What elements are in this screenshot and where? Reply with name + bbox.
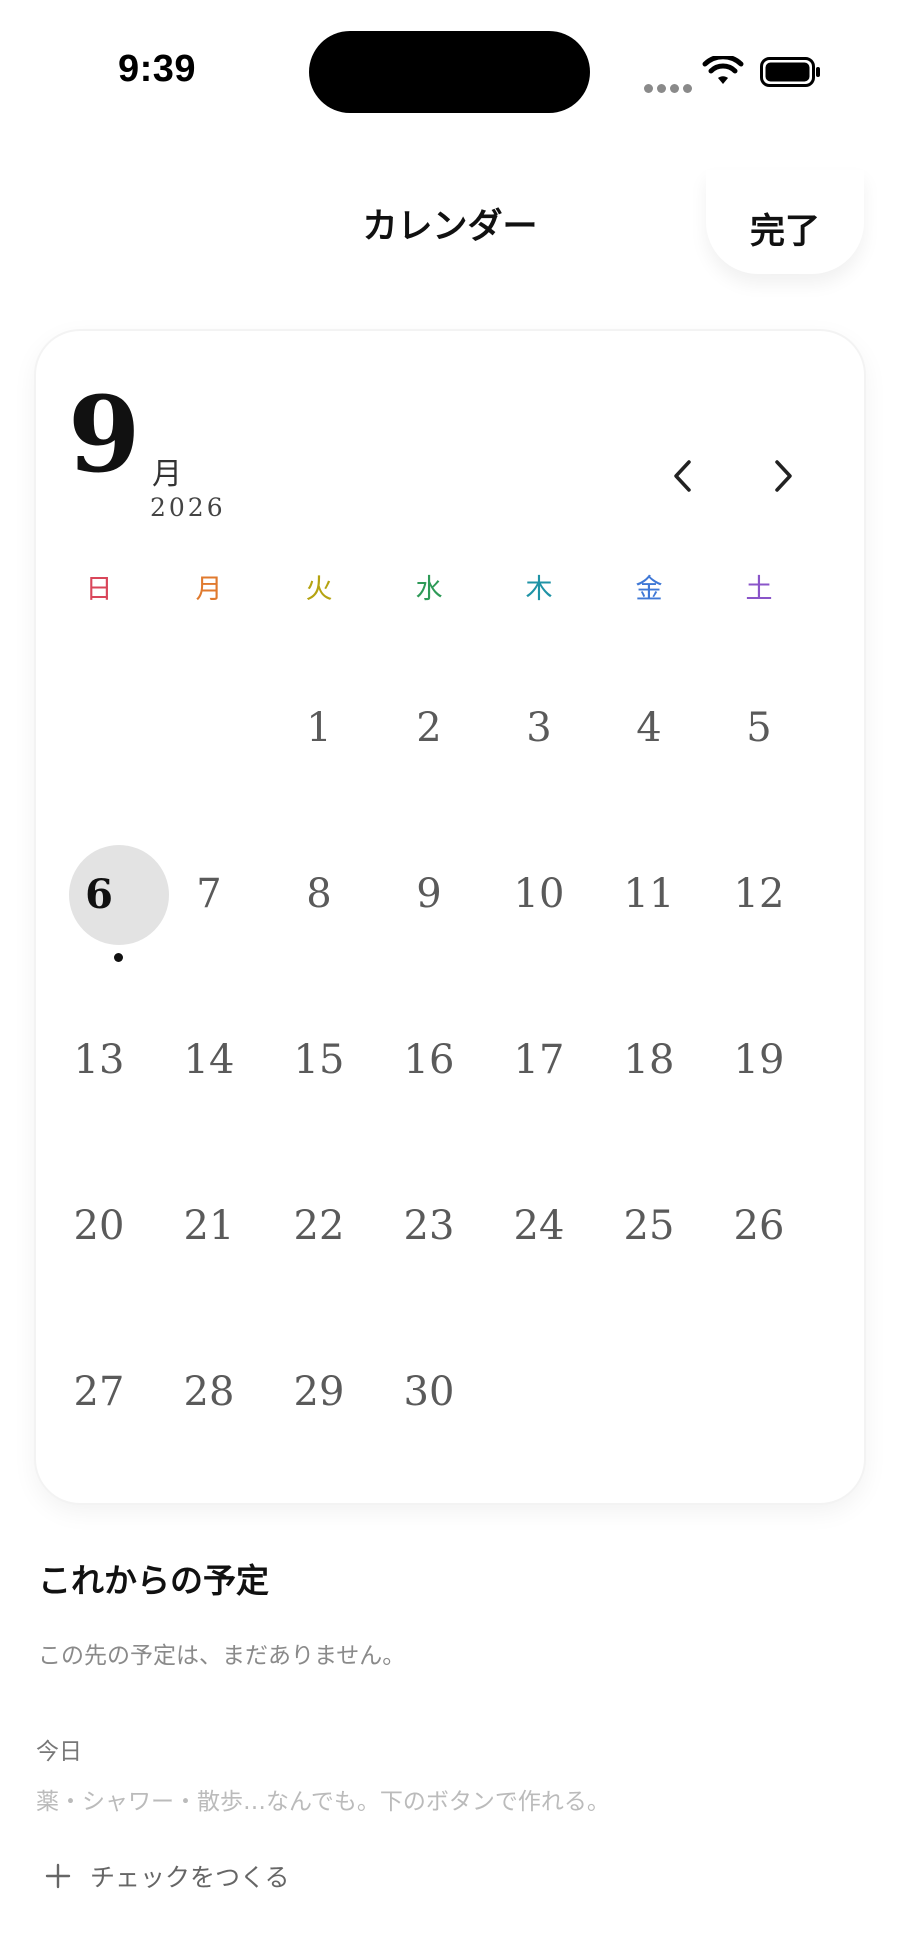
month-number: 9 <box>68 373 141 496</box>
weekday-label: 土 <box>745 574 773 605</box>
upcoming-title: これからの予定 <box>38 1561 269 1600</box>
day-cell[interactable]: 21 <box>154 1176 264 1276</box>
cellular-dots-icon <box>644 78 696 97</box>
day-cell[interactable]: 10 <box>484 844 594 944</box>
weekday-header: 日月火水木金土 <box>44 567 814 607</box>
day-cell[interactable]: 5 <box>704 678 814 778</box>
empty-message: この先の予定は、まだありません。 <box>38 1643 406 1669</box>
day-cell[interactable]: 4 <box>594 678 704 778</box>
day-cell-today[interactable]: 6 <box>44 844 154 944</box>
day-cell[interactable]: 11 <box>594 844 704 944</box>
day-cell[interactable]: 18 <box>594 1010 704 1110</box>
day-cell[interactable]: 30 <box>374 1342 484 1442</box>
day-cell[interactable]: 19 <box>704 1010 814 1110</box>
day-cell[interactable]: 29 <box>264 1342 374 1442</box>
day-cell[interactable]: 17 <box>484 1010 594 1110</box>
day-cell[interactable]: 16 <box>374 1010 484 1110</box>
day-cell[interactable]: 2 <box>374 678 484 778</box>
day-cell[interactable]: 22 <box>264 1176 374 1276</box>
day-cell[interactable]: 15 <box>264 1010 374 1110</box>
day-cell[interactable]: 13 <box>44 1010 154 1110</box>
weekday-label: 日 <box>85 574 113 605</box>
day-cell[interactable]: 3 <box>484 678 594 778</box>
dynamic-island <box>309 31 590 113</box>
chevron-left-icon <box>674 460 691 492</box>
weekday-label: 木 <box>525 574 553 605</box>
weekday-label: 水 <box>415 574 443 605</box>
today-hint: 薬・シャワー・散歩…なんでも。下のボタンで作れる。 <box>36 1789 610 1815</box>
weekday-label: 金 <box>635 574 663 605</box>
calendar-card: 9 月 2026 日月火水木金土 1 2 3 4 5 6 7 8 9 10 11 12 13 14 15 16… <box>36 331 864 1503</box>
battery-icon <box>760 57 820 87</box>
year-label: 2026 <box>150 493 226 522</box>
create-check-label: チェックをつくる <box>90 1863 290 1892</box>
today-label: 今日 <box>36 1739 82 1765</box>
next-month-button[interactable] <box>754 446 814 506</box>
prev-month-button[interactable] <box>652 446 712 506</box>
month-suffix: 月 <box>152 457 182 492</box>
day-cell[interactable]: 12 <box>704 844 814 944</box>
day-cell[interactable]: 8 <box>264 844 374 944</box>
weekday-label: 火 <box>305 574 333 605</box>
status-time: 9:39 <box>118 48 197 90</box>
day-cell[interactable]: 27 <box>44 1342 154 1442</box>
weekday-label: 月 <box>195 574 223 605</box>
day-cell[interactable]: 25 <box>594 1176 704 1276</box>
event-dot <box>114 953 123 962</box>
day-cell[interactable]: 7 <box>154 844 264 944</box>
create-check-button[interactable]: チェックをつくる <box>44 1858 290 1894</box>
day-cell[interactable]: 24 <box>484 1176 594 1276</box>
plus-icon <box>45 1863 71 1889</box>
done-button[interactable]: 完了 <box>706 170 864 274</box>
wifi-icon <box>702 56 744 84</box>
day-cell[interactable]: 28 <box>154 1342 264 1442</box>
day-cell[interactable]: 23 <box>374 1176 484 1276</box>
day-cell[interactable]: 20 <box>44 1176 154 1276</box>
day-cell[interactable]: 1 <box>264 678 374 778</box>
day-cell[interactable]: 9 <box>374 844 484 944</box>
chevron-right-icon <box>775 460 792 492</box>
day-cell[interactable]: 14 <box>154 1010 264 1110</box>
day-cell[interactable]: 26 <box>704 1176 814 1276</box>
